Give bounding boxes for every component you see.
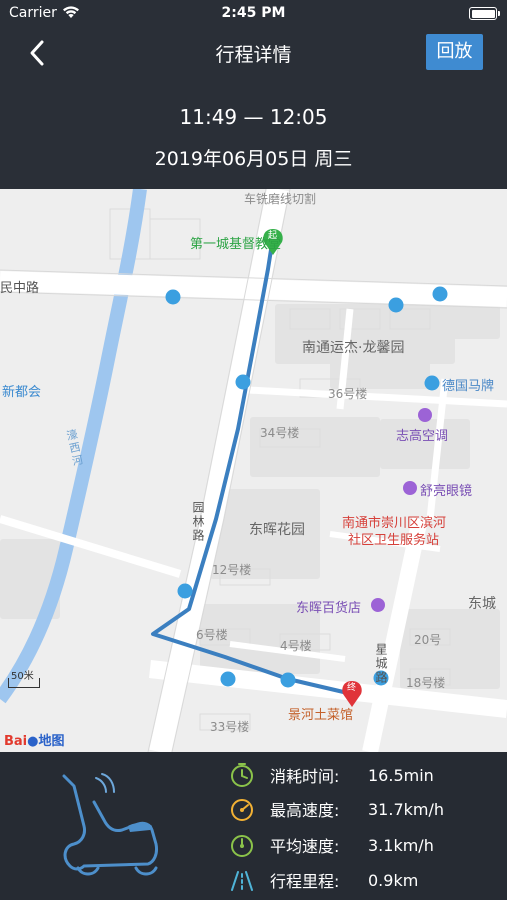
map-label-clinic-2: 社区卫生服务站 (348, 533, 440, 548)
map-label-donghui: 东晖花园 (249, 522, 305, 538)
speedometer-avg-icon (228, 831, 256, 859)
avg-speed-label: 平均速度: (270, 837, 340, 856)
map-label-18: 18号楼 (406, 676, 446, 690)
map-label-xingcheng-road: 星城路 (374, 643, 388, 685)
scooter-icon (58, 772, 168, 886)
map-scale-bar (8, 678, 40, 688)
map-label-zhigao: 志高空调 (396, 429, 449, 444)
nav-bar: 行程详情 回放 (0, 28, 507, 78)
status-bar: Carrier 2:45 PM (0, 0, 507, 28)
trip-header: 11:49 — 12:05 2019年06月05日 周三 (0, 78, 507, 189)
map-label-12: 12号楼 (212, 563, 252, 577)
distance-value: 0.9km (368, 870, 419, 890)
stat-row-distance: 行程里程: 0.9km (228, 865, 418, 895)
map-label-34: 34号楼 (260, 426, 300, 440)
baidu-map-logo: Bai●地图 (4, 730, 65, 749)
map-label-deguo: 德国马牌 (442, 379, 495, 394)
distance-label: 行程里程: (270, 872, 340, 891)
end-marker-icon: 终 (347, 683, 357, 693)
map-label-xindu: 新都会 (2, 385, 42, 400)
stat-row-max-speed: 最高速度: 31.7km/h (228, 794, 444, 824)
trip-stats-panel: 消耗时间: 16.5min 最高速度: 31.7km/h 平均速度: 3.1km… (0, 752, 507, 900)
map-label-6: 6号楼 (196, 628, 228, 642)
battery-icon (469, 7, 500, 20)
map-label-dongcheng: 东城 (468, 596, 496, 612)
route-map[interactable]: 车铣磨线切割 第一城基督教堂 民中路 南通运杰·龙馨园 36号楼 德国马牌 志高… (0, 189, 507, 752)
map-canvas (0, 189, 507, 752)
max-speed-value: 31.7km/h (368, 799, 445, 819)
map-label-33: 33号楼 (210, 720, 250, 734)
map-label-20: 20号 (414, 633, 442, 647)
stopwatch-icon (228, 761, 256, 789)
speedometer-max-icon (228, 795, 256, 823)
baidu-paw-icon: ● (27, 734, 39, 749)
baidu-logo-map: 地图 (38, 734, 65, 749)
map-label-dept-store: 东晖百货店 (296, 601, 362, 616)
map-label-36: 36号楼 (328, 387, 368, 401)
map-label-yuanlin-road: 园林路 (191, 501, 205, 543)
map-label-shuliang: 舒亮眼镜 (420, 484, 473, 499)
stat-row-avg-speed: 平均速度: 3.1km/h (228, 830, 434, 860)
max-speed-label: 最高速度: (270, 801, 340, 820)
start-marker-icon: 起 (268, 231, 278, 241)
map-label-yuntong: 南通运杰·龙馨园 (302, 340, 405, 356)
trip-time-range: 11:49 — 12:05 (179, 105, 328, 129)
avg-speed-value: 3.1km/h (368, 835, 434, 855)
duration-label: 消耗时间: (270, 767, 340, 786)
map-label-end-place: 景河土菜馆 (288, 708, 354, 723)
map-label-road-top: 车铣磨线切割 (244, 192, 317, 206)
road-distance-icon (228, 866, 256, 894)
map-label-4: 4号楼 (280, 639, 312, 653)
stat-row-duration: 消耗时间: 16.5min (228, 760, 434, 790)
baidu-logo-bai: Bai (4, 734, 28, 749)
replay-button[interactable]: 回放 (426, 34, 483, 70)
trip-date: 2019年06月05日 周三 (154, 148, 353, 170)
status-time: 2:45 PM (221, 5, 286, 21)
map-label-road-left: 民中路 (0, 281, 40, 296)
duration-value: 16.5min (368, 765, 434, 785)
